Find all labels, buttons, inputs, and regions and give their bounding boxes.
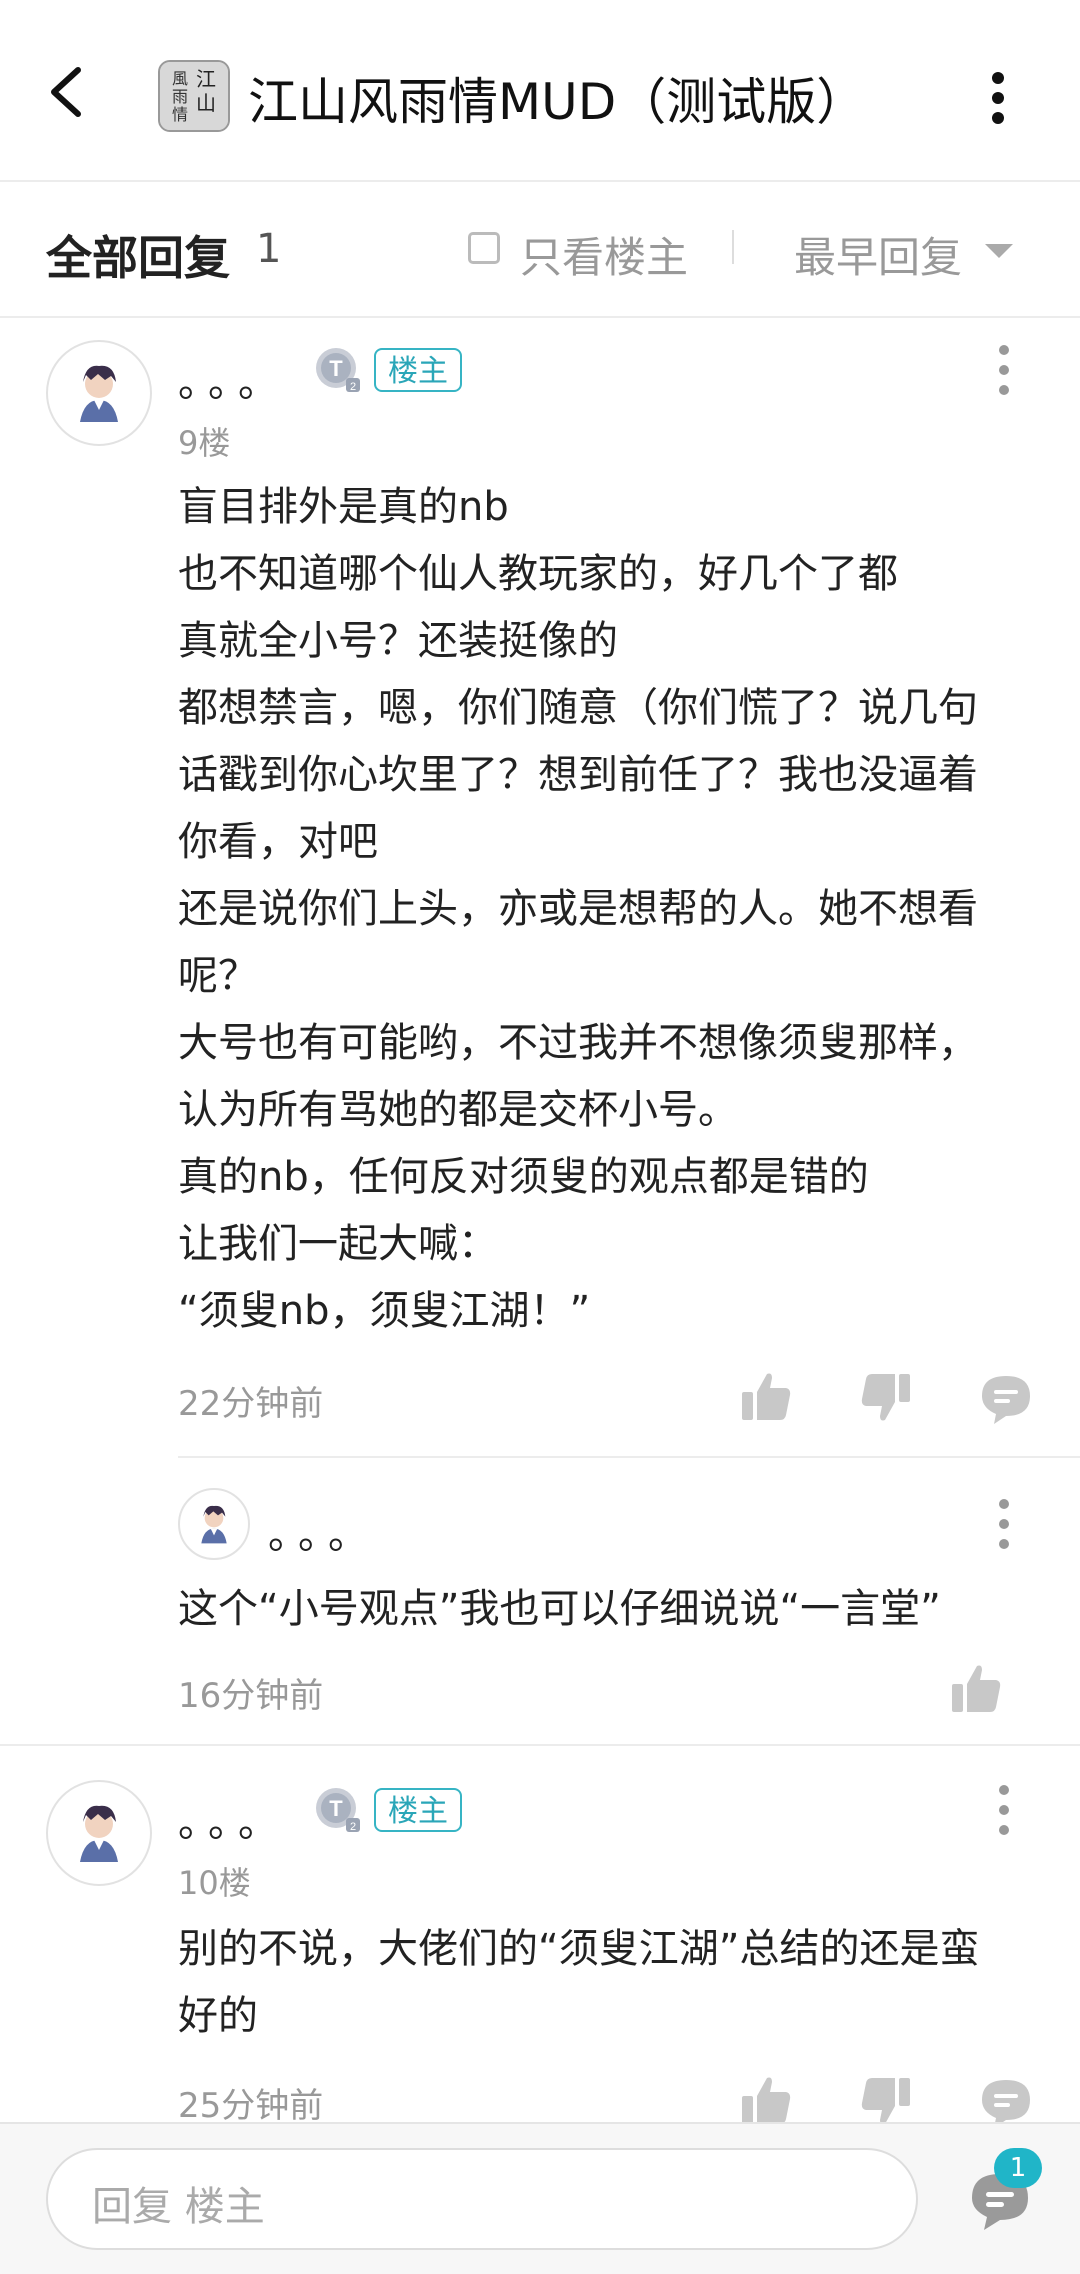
svg-text:2: 2: [350, 1821, 356, 1833]
divider: [178, 1456, 1080, 1458]
only-op-label[interactable]: 只看楼主: [520, 224, 688, 285]
comment-line: 你看，对吧: [178, 819, 378, 865]
avatar[interactable]: [178, 1488, 250, 1560]
caret-down-icon[interactable]: [985, 244, 1013, 258]
svg-text:山: 山: [196, 91, 216, 115]
sort-dropdown[interactable]: 最早回复: [794, 224, 962, 285]
comment-line: 盲目排外是真的nb: [178, 484, 509, 530]
username[interactable]: 。。。: [178, 350, 288, 408]
avatar[interactable]: [46, 340, 152, 446]
comment-line: 话戳到你心坎里了？想到前任了？我也没逼着: [178, 752, 978, 798]
reply-username[interactable]: 。。。: [268, 1502, 378, 1560]
comment-time: 22分钟前: [178, 1384, 324, 1424]
svg-text:T: T: [329, 356, 343, 381]
reply-input-placeholder[interactable]: 回复 楼主: [92, 2174, 265, 2232]
op-badge: 楼主: [374, 348, 462, 392]
more-options-icon[interactable]: [994, 344, 1014, 396]
app-icon: 江 山 風 雨 情: [158, 60, 230, 132]
only-op-checkbox[interactable]: [468, 232, 500, 264]
reply-text: 这个“小号观点”我也可以仔细说说“一言堂”: [178, 1586, 941, 1632]
back-arrow-icon[interactable]: [40, 62, 100, 122]
comment-time: 25分钟前: [178, 2086, 324, 2126]
comment-line: 真的nb，任何反对须叟的观点都是错的: [178, 1154, 869, 1200]
more-options-icon[interactable]: [994, 1784, 1014, 1836]
divider: [732, 230, 734, 264]
comment-line: 认为所有骂她的都是交杯小号。: [178, 1087, 738, 1133]
comment-line: 呢？: [178, 953, 258, 999]
svg-text:風: 風: [172, 69, 188, 88]
svg-text:江: 江: [196, 67, 216, 91]
level-badge-icon: T2: [314, 1786, 362, 1834]
comment-body: 别的不说，大佬们的“须叟江湖”总结的还是蛮 好的: [178, 1916, 979, 2050]
app-title: 江山风雨情MUD（测试版）: [248, 73, 867, 131]
svg-text:情: 情: [172, 105, 188, 124]
comment-line: “须叟nb，须叟江湖！”: [178, 1288, 591, 1334]
comment-body: 盲目排外是真的nb 也不知道哪个仙人教玩家的，好几个了都 真就全小号？还装挺像的…: [178, 474, 978, 1345]
thumbs-up-icon[interactable]: [738, 1368, 794, 1424]
username[interactable]: 。。。: [178, 1790, 288, 1848]
comment-line: 还是说你们上头，亦或是想帮的人。她不想看: [178, 886, 978, 932]
notification-badge: 1: [994, 2148, 1042, 2188]
comment-bubble-icon[interactable]: [978, 1370, 1034, 1426]
thumbs-up-icon[interactable]: [948, 1660, 1004, 1716]
comment-line: 也不知道哪个仙人教玩家的，好几个了都: [178, 551, 898, 597]
level-badge-icon: T2: [314, 346, 362, 394]
comment-line: 别的不说，大佬们的“须叟江湖”总结的还是蛮: [178, 1926, 980, 1972]
reply-count: 1: [256, 226, 282, 272]
comment-line: 真就全小号？还装挺像的: [178, 618, 618, 664]
op-badge: 楼主: [374, 1788, 462, 1832]
svg-text:T: T: [329, 1796, 343, 1821]
svg-text:2: 2: [350, 381, 356, 393]
avatar[interactable]: [46, 1780, 152, 1886]
comment-line: 让我们一起大喊：: [178, 1221, 498, 1267]
floor-number: 10楼: [178, 1864, 251, 1902]
comment-line: 都想禁言，嗯，你们随意（你们慌了？说几句: [178, 685, 978, 731]
more-options-icon[interactable]: [980, 70, 1016, 126]
all-replies-tab[interactable]: 全部回复: [46, 222, 230, 288]
divider: [0, 1744, 1080, 1746]
thumbs-up-icon[interactable]: [738, 2072, 794, 2128]
more-options-icon[interactable]: [994, 1498, 1014, 1550]
reply-time: 16分钟前: [178, 1676, 324, 1716]
comment-line: 大号也有可能哟，不过我并不想像须叟那样，: [178, 1020, 978, 1066]
floor-number: 9楼: [178, 424, 231, 462]
svg-text:雨: 雨: [172, 87, 188, 106]
thumbs-down-icon[interactable]: [858, 1370, 914, 1426]
comment-line: 好的: [178, 1993, 258, 2039]
